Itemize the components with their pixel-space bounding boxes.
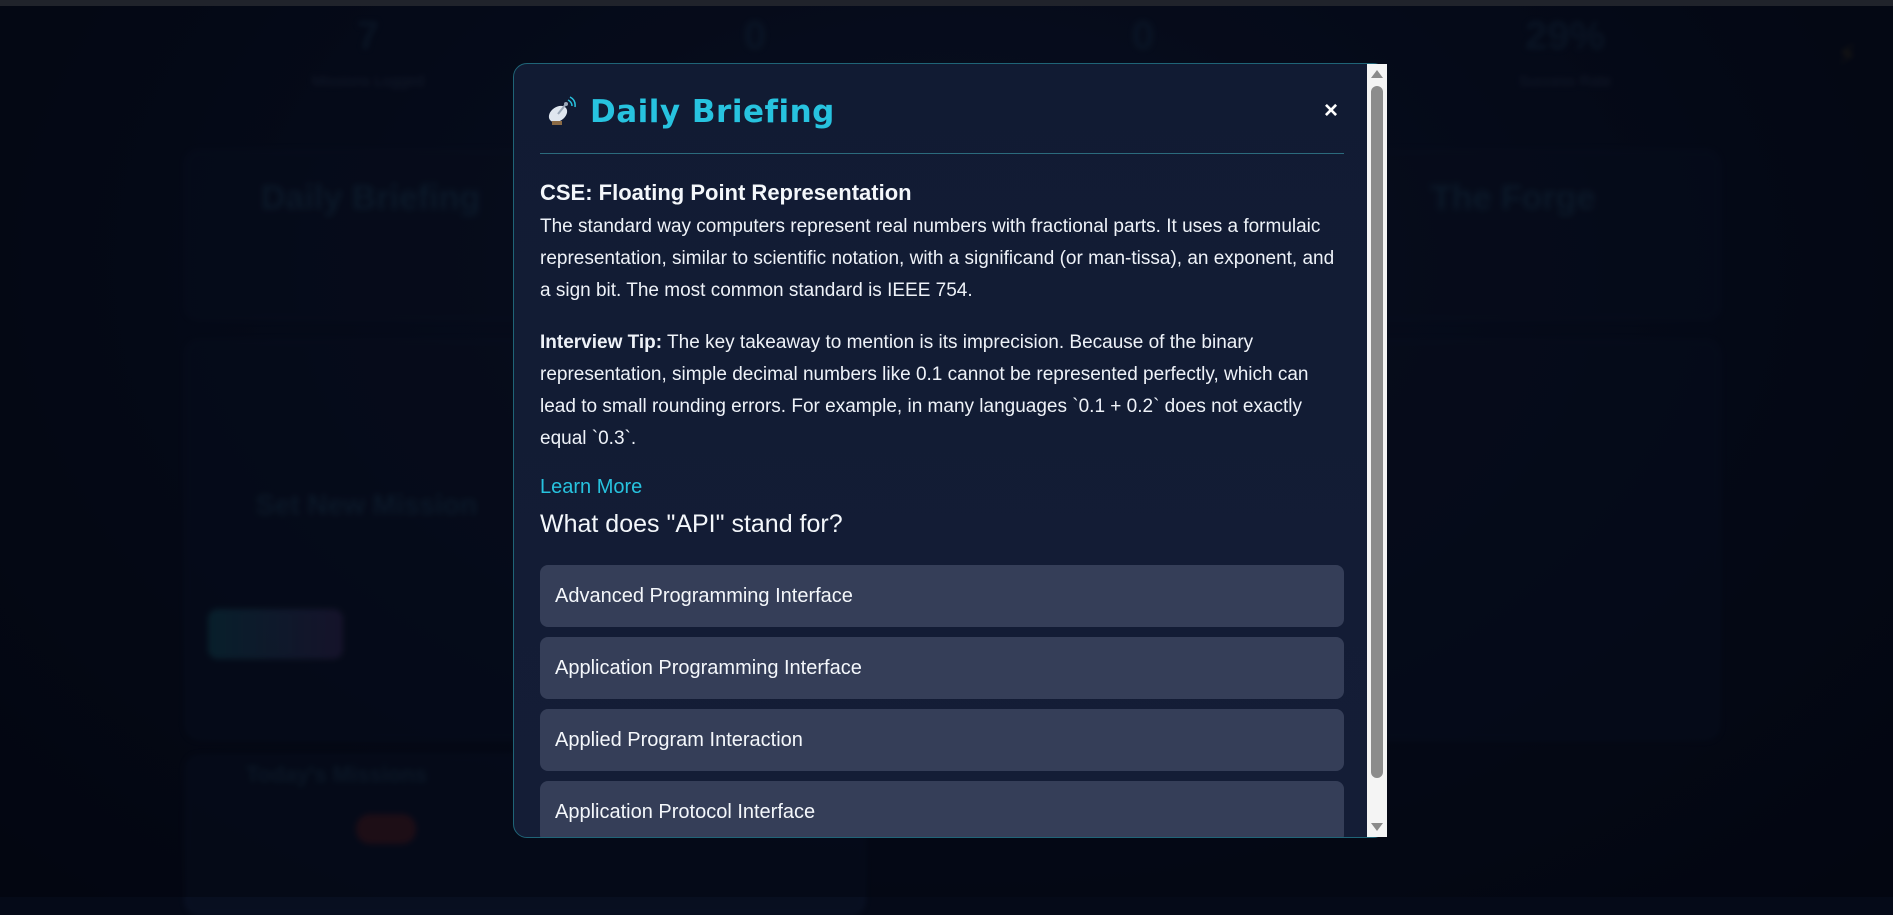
topic-body: The standard way computers represent rea… (540, 211, 1344, 307)
scrollbar-thumb[interactable] (1371, 86, 1383, 778)
close-button[interactable]: × (1318, 98, 1344, 124)
satellite-dish-icon (544, 96, 576, 128)
quiz-question: What does "API" stand for? (540, 510, 843, 539)
learn-more-link[interactable]: Learn More (540, 476, 642, 499)
quiz-option[interactable]: Applied Program Interaction (540, 709, 1344, 771)
interview-tip: Interview Tip: The key takeaway to menti… (540, 327, 1344, 455)
quiz-option[interactable]: Application Protocol Interface (540, 781, 1344, 838)
modal-content: Daily Briefing × CSE: Floating Point Rep… (540, 64, 1344, 154)
quiz-option[interactable]: Advanced Programming Interface (540, 565, 1344, 627)
app-root: 7 Missions Logged 0 0 29% Success Rate ⚡… (0, 0, 1893, 897)
modal-scrollbar[interactable] (1367, 64, 1387, 837)
modal-header: Daily Briefing × (540, 64, 1344, 154)
scroll-up-arrow-icon[interactable] (1371, 70, 1383, 78)
topic-title: CSE: Floating Point Representation (540, 180, 912, 206)
modal-title: Daily Briefing (590, 94, 835, 130)
tip-label: Interview Tip: (540, 332, 662, 353)
daily-briefing-modal: Daily Briefing × CSE: Floating Point Rep… (513, 63, 1387, 838)
scroll-down-arrow-icon[interactable] (1371, 823, 1383, 831)
quiz-option[interactable]: Application Programming Interface (540, 637, 1344, 699)
